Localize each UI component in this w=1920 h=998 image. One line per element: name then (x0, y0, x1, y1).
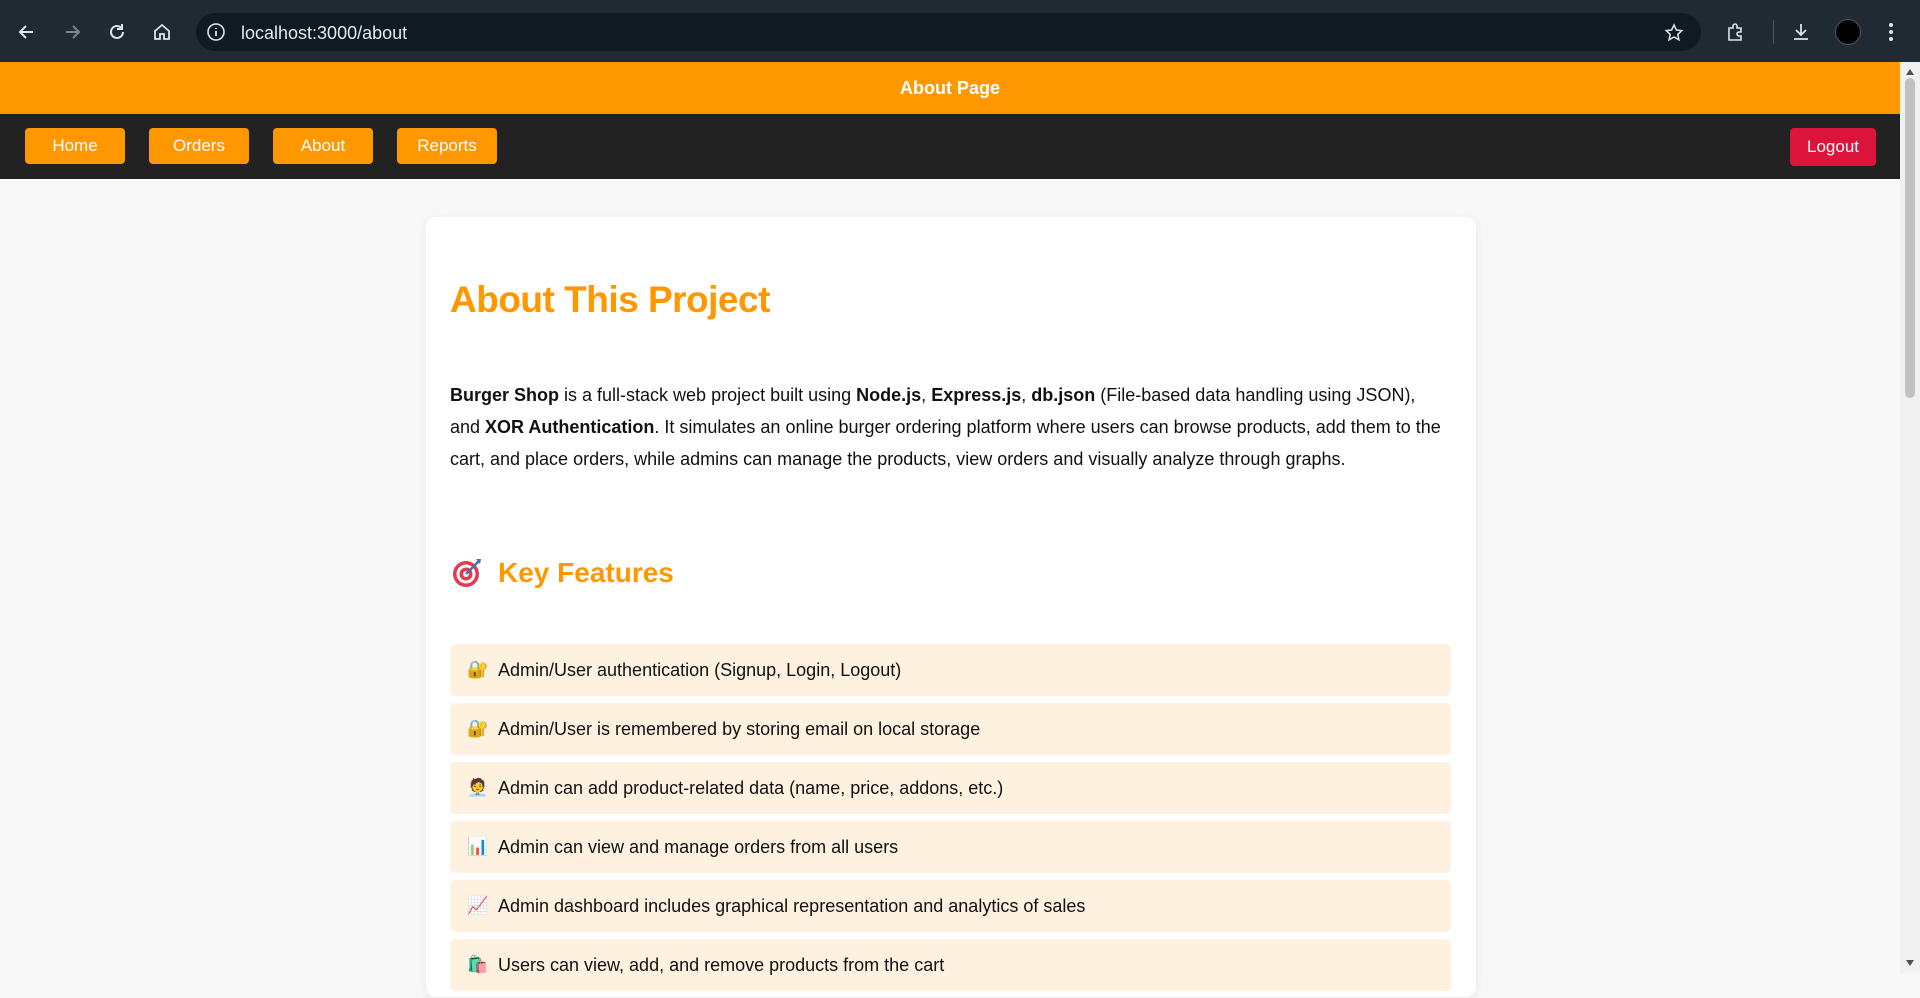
tech-xor: XOR Authentication (485, 417, 655, 437)
scroll-up-arrow-icon[interactable] (1904, 66, 1916, 78)
site-info-icon[interactable] (204, 20, 228, 44)
feature-item: 📈 Admin dashboard includes graphical rep… (450, 880, 1451, 932)
page-scrollbar[interactable] (1900, 62, 1920, 973)
nav-reports-button[interactable]: Reports (397, 128, 497, 164)
key-features-label: Key Features (498, 557, 674, 588)
page-header-title: About Page (899, 77, 1000, 98)
tech-express: Express.js (931, 385, 1022, 405)
target-icon (453, 559, 481, 587)
intro-comma: , (921, 385, 932, 405)
nav-home-button[interactable]: Home (25, 128, 125, 164)
lock-icon: 🔐 (467, 660, 489, 679)
lock-icon: 🔐 (467, 719, 489, 738)
toolbar-divider (1773, 20, 1774, 44)
feature-item: 🔐 Admin/User is remembered by storing em… (450, 703, 1451, 755)
downloads-icon[interactable] (1787, 18, 1815, 46)
url-text[interactable]: localhost:3000/about (241, 23, 407, 44)
reload-icon[interactable] (102, 17, 132, 47)
feature-item: 🔐 Admin/User authentication (Signup, Log… (450, 644, 1451, 696)
project-description: Burger Shop is a full-stack web project … (450, 379, 1450, 475)
feature-item: 🧑‍💼 Admin can add product-related data (… (450, 762, 1451, 814)
intro-text: is a full-stack web project built using (559, 385, 857, 405)
brand-name: Burger Shop (450, 385, 560, 405)
bar-chart-icon: 📊 (467, 837, 489, 856)
extensions-icon[interactable] (1722, 18, 1750, 46)
forward-icon[interactable] (57, 17, 87, 47)
feature-item: 📊 Admin can view and manage orders from … (450, 821, 1451, 873)
feature-text: Admin dashboard includes graphical repre… (498, 895, 1086, 916)
feature-list: 🔐 Admin/User authentication (Signup, Log… (450, 644, 1451, 998)
tech-db: db.json (1031, 385, 1096, 405)
browser-toolbar: localhost:3000/about (0, 0, 1920, 62)
scroll-down-arrow-icon[interactable] (1904, 957, 1916, 969)
feature-text: Admin/User is remembered by storing emai… (498, 718, 981, 739)
trend-chart-icon: 📈 (467, 896, 489, 915)
scrollbar-thumb[interactable] (1905, 78, 1915, 398)
nav-about-button[interactable]: About (273, 128, 373, 164)
home-icon[interactable] (147, 17, 177, 47)
feature-item: 🛍️ Users can view, add, and remove produ… (450, 939, 1451, 991)
address-bar[interactable]: localhost:3000/about (196, 13, 1701, 51)
feature-text: Admin/User authentication (Signup, Login… (498, 659, 902, 680)
profile-avatar[interactable] (1835, 19, 1861, 45)
feature-text: Users can view, add, and remove products… (498, 954, 945, 975)
navbar: Home Orders About Reports Logout (0, 114, 1900, 179)
admin-person-icon: 🧑‍💼 (467, 778, 489, 797)
page-header: About Page (0, 62, 1900, 114)
about-card: About This Project Burger Shop is a full… (426, 217, 1476, 997)
back-icon[interactable] (12, 17, 42, 47)
feature-text: Admin can add product-related data (name… (498, 777, 1004, 798)
tech-node: Node.js (856, 385, 922, 405)
page-title: About This Project (450, 279, 770, 320)
menu-kebab-icon[interactable] (1877, 18, 1905, 46)
intro-comma: , (1021, 385, 1032, 405)
nav-orders-button[interactable]: Orders (149, 128, 249, 164)
logout-button[interactable]: Logout (1790, 128, 1876, 166)
key-features-heading: Key Features (450, 556, 674, 590)
feature-text: Admin can view and manage orders from al… (498, 836, 899, 857)
bookmark-star-icon[interactable] (1663, 22, 1685, 44)
